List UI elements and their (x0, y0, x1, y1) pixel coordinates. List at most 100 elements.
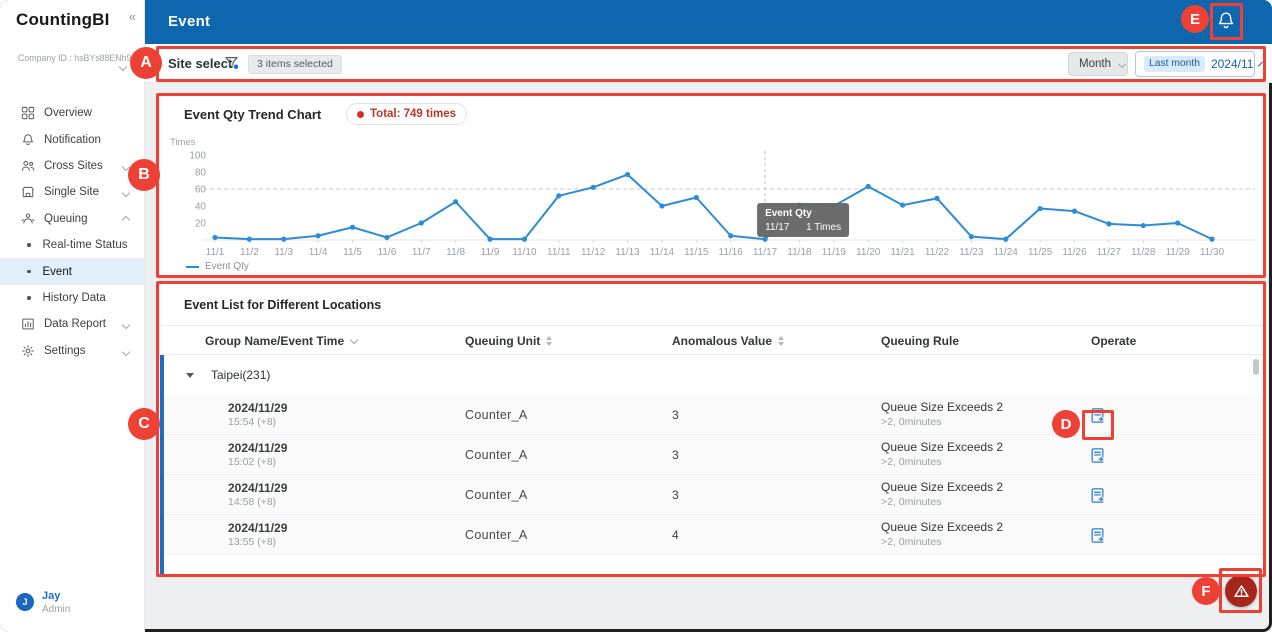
col-anomalous-value[interactable]: Anomalous Value (672, 334, 784, 348)
svg-text:Event Qty: Event Qty (765, 208, 812, 219)
chevron-down-icon (122, 163, 130, 171)
svg-text:11/10: 11/10 (512, 247, 537, 258)
page-header: Event (145, 0, 1272, 44)
chevron-down-icon (122, 321, 130, 329)
event-time: 13:55 (+8) (228, 536, 276, 548)
gear-icon (20, 343, 35, 358)
company-chevron-down-icon[interactable] (119, 63, 127, 71)
queuing-rule: Queue Size Exceeds 2 (881, 520, 1003, 534)
avatar: J (16, 593, 34, 611)
svg-text:11/3: 11/3 (274, 247, 293, 258)
user-profile[interactable]: J Jay Admin (0, 590, 145, 624)
sidebar-item-label: Overview (44, 107, 92, 119)
table-scrollbar[interactable] (1253, 359, 1259, 375)
filter-funnel-icon[interactable] (224, 55, 240, 71)
svg-text:11/26: 11/26 (1062, 247, 1087, 258)
sidebar-item-data-report[interactable]: Data Report (0, 311, 144, 337)
table-row: 2024/11/29 14:58 (+8) Counter_A 3 Queue … (164, 475, 1264, 515)
site-select-label: Site select (168, 56, 232, 71)
sort-icon (778, 336, 784, 346)
group-row-taipei[interactable]: Taipei(231) (160, 355, 1264, 395)
total-badge: Total: 749 times (346, 103, 467, 125)
granularity-select[interactable]: Month (1068, 52, 1128, 76)
svg-text:80: 80 (195, 168, 207, 179)
sidebar-item-label: Cross Sites (44, 160, 103, 172)
chevron-down-icon (1118, 60, 1126, 68)
bullet-icon (27, 270, 31, 274)
col-label: Anomalous Value (672, 334, 772, 348)
main-content: Event Site select 3 items selected Month… (145, 0, 1272, 632)
filter-bar: Site select 3 items selected Month Last … (145, 44, 1272, 83)
svg-text:11/5: 11/5 (343, 247, 362, 258)
period-picker[interactable]: Last month 2024/11 (1135, 51, 1255, 77)
svg-text:60: 60 (195, 185, 207, 196)
svg-text:20: 20 (195, 219, 207, 230)
bar-chart-icon (20, 317, 35, 332)
chart-legend: Event Qty (186, 261, 249, 272)
event-date: 2024/11/29 (228, 441, 287, 455)
period-value: 2024/11 (1211, 57, 1254, 71)
sidebar-item-label: Event (43, 266, 72, 278)
notification-bell-icon[interactable] (1215, 10, 1239, 34)
svg-text:11/21: 11/21 (890, 247, 915, 258)
svg-text:11/27: 11/27 (1097, 247, 1122, 258)
sidebar-item-overview[interactable]: Overview (0, 100, 144, 126)
svg-text:11/12: 11/12 (581, 247, 606, 258)
sidebar-item-label: History Data (43, 292, 106, 304)
queuing-rule-detail: >2, 0minutes (881, 416, 941, 428)
event-list-card: Event List for Different Locations Group… (160, 283, 1264, 577)
svg-text:100: 100 (189, 151, 206, 162)
table-header: Group Name/Event Time Queuing Unit Anoma… (160, 325, 1264, 355)
sidebar-item-settings[interactable]: Settings (0, 338, 144, 364)
sidebar-item-event[interactable]: Event (0, 258, 144, 284)
sidebar-item-notification[interactable]: Notification (0, 126, 144, 152)
sidebar-item-queuing[interactable]: Queuing (0, 206, 144, 232)
group-name: Taipei(231) (211, 368, 270, 382)
bell-icon (20, 132, 35, 147)
queuing-rule: Queue Size Exceeds 2 (881, 440, 1003, 454)
svg-text:11/20: 11/20 (856, 247, 881, 258)
queuing-rule-detail: >2, 0minutes (881, 496, 941, 508)
anomalous-value: 3 (672, 448, 679, 462)
selected-items-badge[interactable]: 3 items selected (248, 55, 342, 74)
sidebar-item-realtime-status[interactable]: Real-time Status (0, 232, 144, 258)
sidebar-item-cross-sites[interactable]: Cross Sites (0, 153, 144, 179)
view-detail-icon[interactable] (1089, 407, 1106, 424)
queuing-rule: Queue Size Exceeds 2 (881, 480, 1003, 494)
queuing-unit: Counter_A (465, 488, 527, 502)
view-detail-icon[interactable] (1089, 527, 1106, 544)
granularity-value: Month (1079, 58, 1111, 70)
svg-text:11/2: 11/2 (240, 247, 259, 258)
red-dot-icon (357, 111, 364, 118)
svg-text:11/11: 11/11 (547, 247, 571, 258)
queuing-unit: Counter_A (465, 408, 527, 422)
svg-text:11/17: 11/17 (753, 247, 778, 258)
user-name: Jay (42, 590, 60, 602)
col-group-name[interactable]: Group Name/Event Time (205, 334, 357, 348)
sidebar-item-single-site[interactable]: Single Site (0, 179, 144, 205)
svg-text:11/22: 11/22 (925, 247, 950, 258)
bullet-icon (27, 296, 31, 300)
svg-text:11/17: 11/17 (765, 222, 790, 233)
dashboard-grid-icon (20, 106, 35, 121)
event-time: 15:02 (+8) (228, 456, 276, 468)
view-detail-icon[interactable] (1089, 487, 1106, 504)
event-trend-chart-card: Event Qty Trend Chart Total: 749 times T… (160, 95, 1264, 278)
company-id-label: Company ID : hsBYs88ENh9S (18, 53, 137, 63)
anomalous-value: 3 (672, 488, 679, 502)
sidebar-item-label: Single Site (44, 186, 99, 198)
svg-text:1 Times: 1 Times (806, 222, 841, 233)
col-queuing-unit[interactable]: Queuing Unit (465, 334, 552, 348)
sidebar-item-history-data[interactable]: History Data (0, 285, 144, 311)
chevron-down-icon (122, 347, 130, 355)
col-label: Queuing Rule (881, 334, 959, 348)
sidebar-collapse-icon[interactable]: « (129, 9, 136, 24)
view-detail-icon[interactable] (1089, 447, 1106, 464)
chevron-down-icon (1258, 62, 1263, 67)
trend-line-chart[interactable]: 2040608010011/111/211/311/411/511/611/71… (160, 135, 1264, 261)
alert-fab-button[interactable] (1225, 575, 1257, 607)
queuing-unit: Counter_A (465, 448, 527, 462)
storefront-icon (20, 185, 35, 200)
people-icon (20, 158, 35, 173)
svg-text:11/4: 11/4 (309, 247, 328, 258)
